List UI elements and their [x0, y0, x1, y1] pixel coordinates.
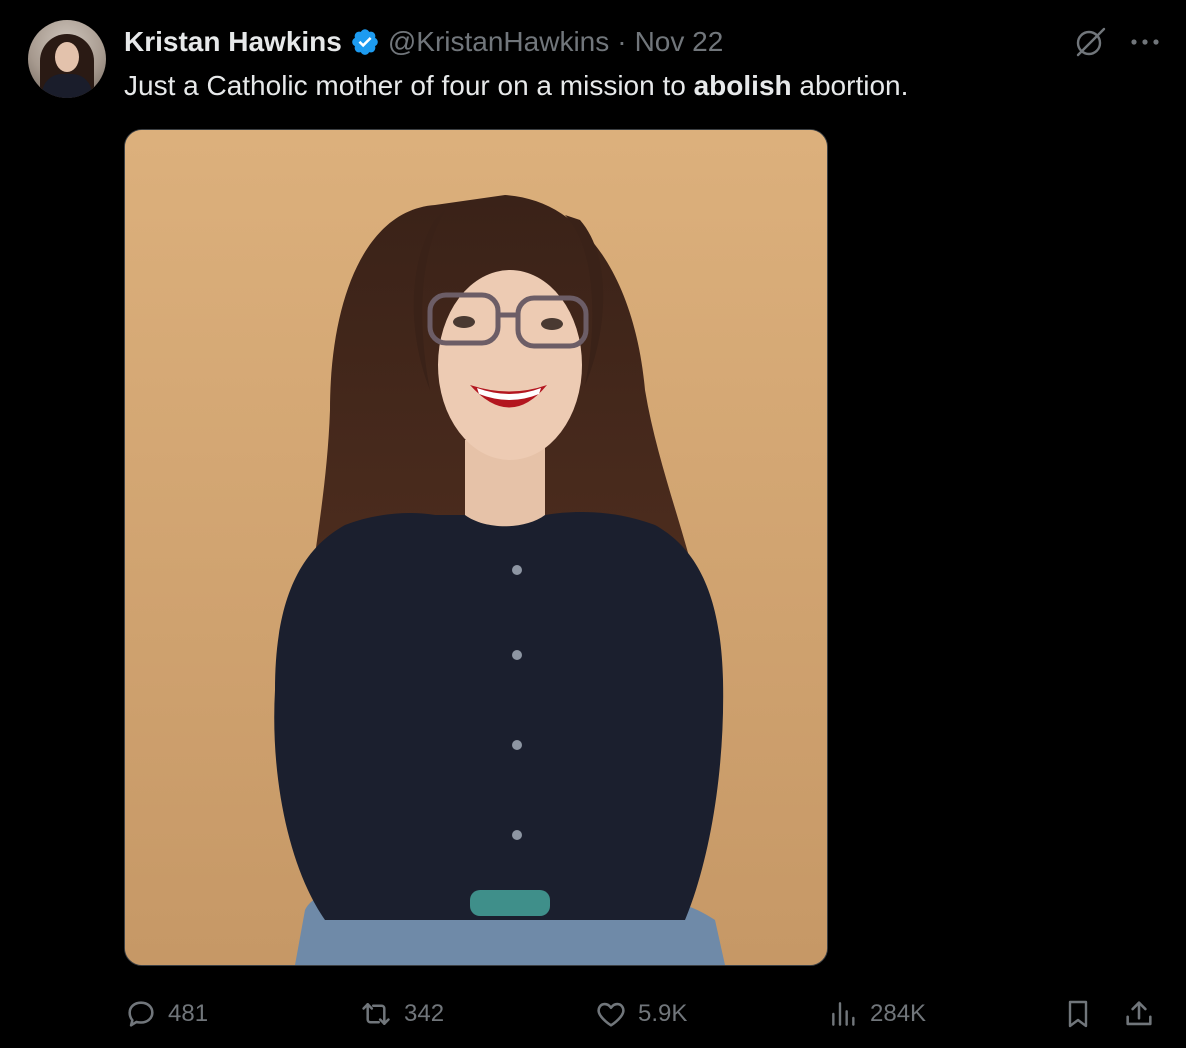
repost-button[interactable]: 342 [358, 990, 444, 1038]
repost-count: 342 [404, 1000, 445, 1027]
views-button[interactable]: 284K [828, 990, 926, 1038]
separator-dot: · [617, 26, 627, 57]
tweet-header: Kristan Hawkins @KristanHawkins · Nov 22 [124, 24, 723, 60]
share-button[interactable] [1122, 990, 1156, 1038]
views-icon [828, 998, 860, 1030]
tweet-photo[interactable] [124, 129, 828, 966]
grok-icon[interactable] [1072, 24, 1108, 60]
views-count: 284K [870, 1000, 927, 1027]
tweet-text-start: Just a Catholic mother of four on a miss… [124, 70, 694, 101]
tweet-top-actions [1072, 24, 1160, 60]
more-icon[interactable] [1130, 37, 1160, 47]
bookmark-button[interactable] [1062, 990, 1094, 1038]
like-count: 5.9K [638, 1000, 688, 1027]
reply-count: 481 [168, 1000, 209, 1027]
avatar[interactable] [28, 20, 106, 98]
tweet-text: Just a Catholic mother of four on a miss… [124, 68, 908, 104]
author-handle[interactable]: @KristanHawkins [388, 26, 609, 58]
reply-icon [124, 997, 158, 1031]
tweet-text-bold: abolish [693, 70, 792, 101]
author-name[interactable]: Kristan Hawkins [124, 26, 342, 58]
bookmark-icon [1062, 997, 1094, 1031]
repost-icon [358, 997, 394, 1031]
like-button[interactable]: 5.9K [594, 990, 687, 1038]
tweet-actions: 481 342 5.9K 284K [0, 990, 1186, 1038]
tweet-date[interactable]: Nov 22 [635, 26, 724, 58]
reply-button[interactable]: 481 [124, 990, 208, 1038]
verified-badge-icon[interactable] [350, 27, 380, 57]
tweet-text-end: abortion. [791, 70, 909, 101]
share-icon [1122, 997, 1156, 1031]
like-icon [594, 997, 628, 1031]
